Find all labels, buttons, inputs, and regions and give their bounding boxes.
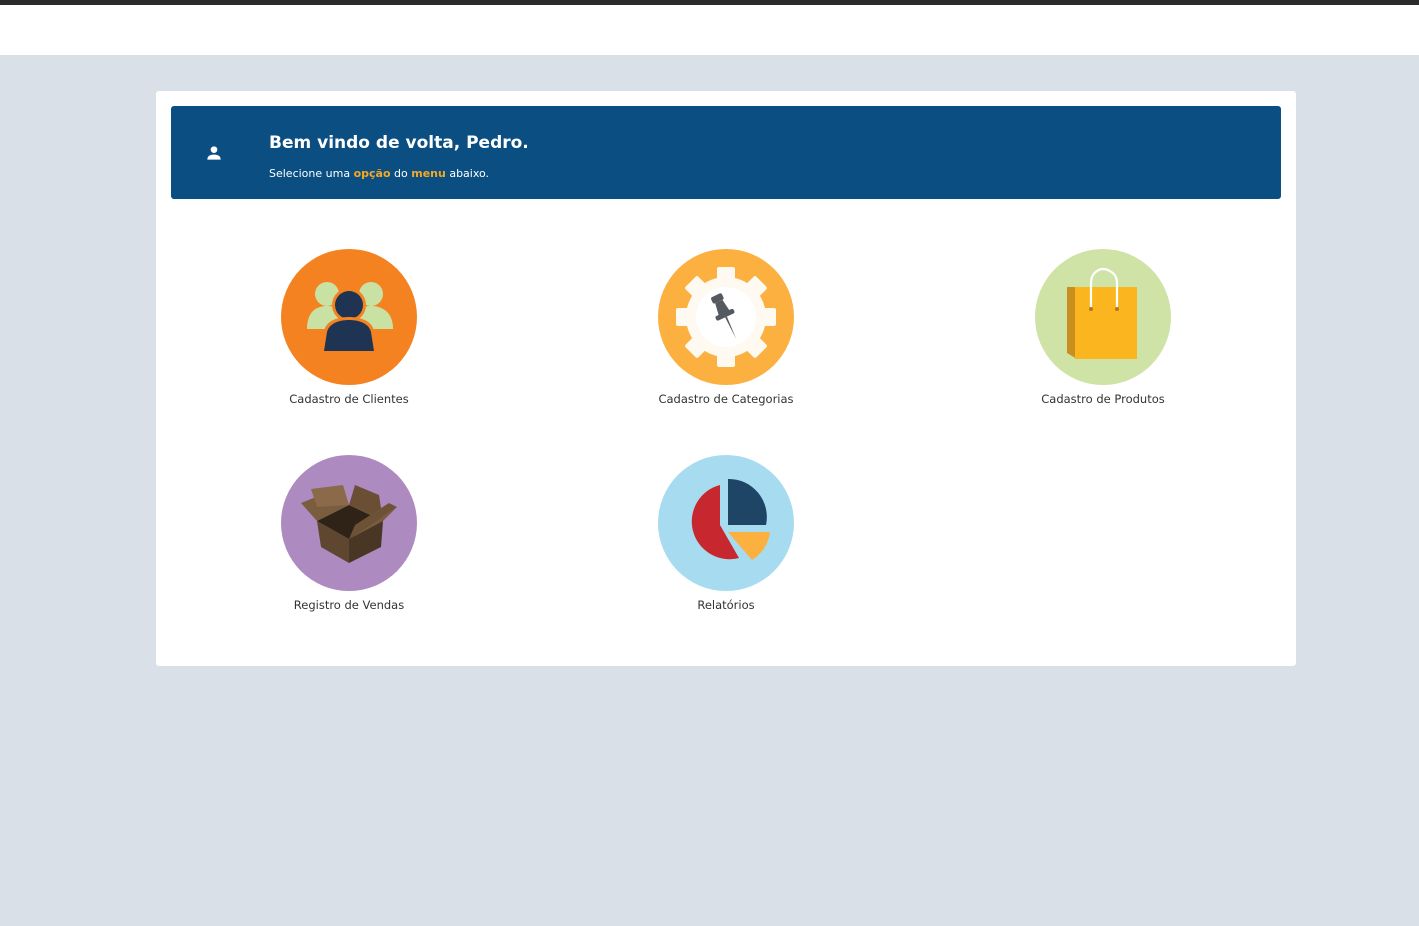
welcome-banner: Bem vindo de volta, Pedro. Selecione uma… (171, 106, 1281, 199)
tile-label-produtos: Cadastro de Produtos (1041, 392, 1165, 406)
customers-icon (281, 249, 417, 385)
menu-tile-produtos[interactable]: Cadastro de Produtos (1003, 249, 1203, 419)
subtitle-prefix: Selecione uma (269, 167, 354, 180)
open-box-icon (281, 455, 417, 591)
menu-tile-relatorios[interactable]: Relatórios (626, 455, 826, 625)
tile-label-relatorios: Relatórios (697, 598, 755, 612)
menu-tile-clientes[interactable]: Cadastro de Clientes (249, 249, 449, 419)
top-bar (0, 5, 1419, 55)
shopping-bag-icon (1035, 249, 1171, 385)
subtitle-suffix: abaixo. (445, 167, 490, 180)
user-icon (207, 146, 221, 160)
tile-label-categorias: Cadastro de Categorias (658, 392, 794, 406)
settings-gear-icon (658, 249, 794, 385)
tile-label-clientes: Cadastro de Clientes (289, 392, 409, 406)
welcome-title: Bem vindo de volta, Pedro. (269, 133, 529, 153)
welcome-subtitle: Selecione uma opção do menu abaixo. (269, 167, 489, 180)
pie-chart-icon (658, 455, 794, 591)
subtitle-highlight-option: opção (353, 167, 391, 180)
menu-tile-categorias[interactable]: Cadastro de Categorias (626, 249, 826, 419)
main-card: Bem vindo de volta, Pedro. Selecione uma… (156, 91, 1296, 666)
tile-label-vendas: Registro de Vendas (293, 598, 405, 612)
menu-tile-vendas[interactable]: Registro de Vendas (249, 455, 449, 625)
subtitle-mid: do (390, 167, 412, 180)
subtitle-highlight-menu: menu (411, 167, 446, 180)
